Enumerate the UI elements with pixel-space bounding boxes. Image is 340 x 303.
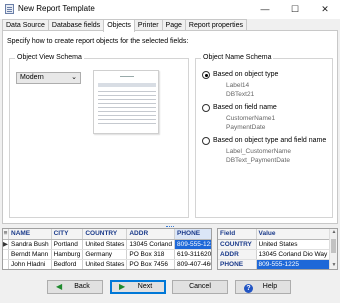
vertical-scrollbar[interactable]: ▲ ▼ — [329, 229, 337, 269]
cancel-button[interactable]: Cancel — [172, 280, 228, 294]
example-label: DBText21 — [226, 91, 255, 98]
example-label: DBText_PaymentDate — [226, 157, 290, 164]
object-view-schema-group: Object View Schema Modern ⌄ — [9, 54, 189, 218]
table-cell[interactable]: Portland — [51, 239, 84, 250]
table-cell[interactable]: United States — [82, 259, 128, 269]
objects-panel: Specify how to create report objects for… — [2, 30, 338, 224]
column-header[interactable]: CITY — [51, 229, 84, 240]
table-cell[interactable]: PO Box 318 — [126, 249, 176, 260]
column-header[interactable]: Value — [256, 229, 331, 240]
table-cell-selected[interactable]: 809-555-1225 — [174, 239, 211, 250]
scroll-up-icon[interactable]: ▲ — [330, 229, 337, 235]
green-left-arrow-icon: ◀ — [56, 282, 63, 291]
table-cell[interactable]: Berndt Mann — [8, 249, 52, 260]
field-name-cell: ADDR — [218, 249, 257, 260]
field-value-cell[interactable]: 13045 Corland Dio Way — [256, 249, 331, 260]
app-icon — [5, 4, 14, 14]
field-value-cell-selected[interactable]: 809-555-1225 — [256, 259, 331, 269]
radio-button[interactable] — [202, 104, 210, 112]
object-view-schema-title: Object View Schema — [15, 54, 84, 61]
column-header[interactable]: Field — [218, 229, 257, 240]
column-header[interactable]: ADDR — [126, 229, 176, 240]
help-button[interactable]: ? Help — [235, 280, 291, 294]
example-label: Label14 — [226, 82, 250, 89]
table-cell[interactable]: John Hladni — [8, 259, 52, 269]
field-value-cell[interactable]: United States — [256, 239, 331, 250]
table-cell[interactable]: 13045 Corland — [126, 239, 176, 250]
example-label: PaymentDate — [226, 124, 266, 131]
table-cell[interactable]: Hamburg — [51, 249, 84, 260]
chevron-down-icon: ⌄ — [71, 74, 77, 81]
grid-header-row: ≡ NAME CITY COUNTRY ADDR PHONE — [3, 229, 211, 240]
green-right-arrow-icon: ▶ — [119, 282, 126, 291]
records-grid[interactable]: ≡ NAME CITY COUNTRY ADDR PHONE ▶ Sandra … — [2, 228, 212, 270]
example-label: Label_CustomerName — [226, 148, 292, 155]
radio-button[interactable] — [202, 71, 210, 79]
example-label: CustomerName1 — [226, 115, 276, 122]
table-cell[interactable]: 619-311620 — [174, 249, 211, 260]
grid-header-row: Field Value — [218, 229, 331, 240]
table-row[interactable]: PHONE 809-555-1225 — [218, 259, 331, 269]
close-button[interactable]: ✕ — [310, 0, 340, 19]
table-cell[interactable]: Sandra Bush — [8, 239, 52, 250]
field-name-cell: COUNTRY — [218, 239, 257, 250]
scroll-thumb[interactable] — [331, 239, 336, 253]
back-button[interactable]: ◀ Back — [47, 280, 103, 294]
view-schema-value: Modern — [20, 74, 44, 81]
back-button-label: Back — [74, 283, 90, 290]
table-row[interactable]: John Hladni Bedford United States PO Box… — [3, 259, 211, 269]
scroll-down-icon[interactable]: ▼ — [330, 262, 337, 268]
column-header[interactable]: NAME — [8, 229, 52, 240]
table-cell[interactable]: PO Box 7456 — [126, 259, 176, 269]
current-row-indicator: ▶ — [3, 239, 9, 250]
column-header[interactable]: COUNTRY — [82, 229, 128, 240]
view-schema-select[interactable]: Modern ⌄ — [16, 72, 81, 84]
object-name-schema-group: Object Name Schema Based on object type … — [195, 54, 333, 218]
table-row[interactable]: ▶ Sandra Bush Portland United States 130… — [3, 239, 211, 250]
report-preview-image — [93, 70, 159, 134]
next-button-label: Next — [137, 283, 153, 290]
table-cell[interactable]: 809-407-4663 — [174, 259, 211, 269]
table-cell[interactable]: United States — [82, 239, 128, 250]
table-cell[interactable]: Bedford — [51, 259, 84, 269]
column-header[interactable]: PHONE — [174, 229, 211, 240]
next-button[interactable]: ▶ Next — [110, 280, 166, 294]
table-cell[interactable]: Germany — [82, 249, 128, 260]
record-detail-grid[interactable]: Field Value COUNTRY United States ADDR 1… — [217, 228, 338, 270]
help-button-label: Help — [262, 283, 278, 290]
window-title: New Report Template — [18, 4, 95, 13]
tab-objects[interactable]: Objects — [103, 19, 135, 32]
field-name-cell: PHONE — [218, 259, 257, 269]
radio-button[interactable] — [202, 137, 210, 145]
table-row[interactable]: Berndt Mann Hamburg Germany PO Box 318 6… — [3, 249, 211, 260]
table-row[interactable]: COUNTRY United States — [218, 239, 331, 250]
title-bar: New Report Template — ☐ ✕ — [0, 0, 340, 19]
question-mark-icon: ? — [244, 282, 253, 294]
object-name-schema-title: Object Name Schema — [201, 54, 274, 61]
table-row[interactable]: ADDR 13045 Corland Dio Way — [218, 249, 331, 260]
minimize-button[interactable]: — — [250, 0, 280, 19]
cancel-button-label: Cancel — [189, 283, 211, 290]
intro-text: Specify how to create report objects for… — [7, 38, 189, 45]
maximize-button[interactable]: ☐ — [280, 0, 310, 19]
